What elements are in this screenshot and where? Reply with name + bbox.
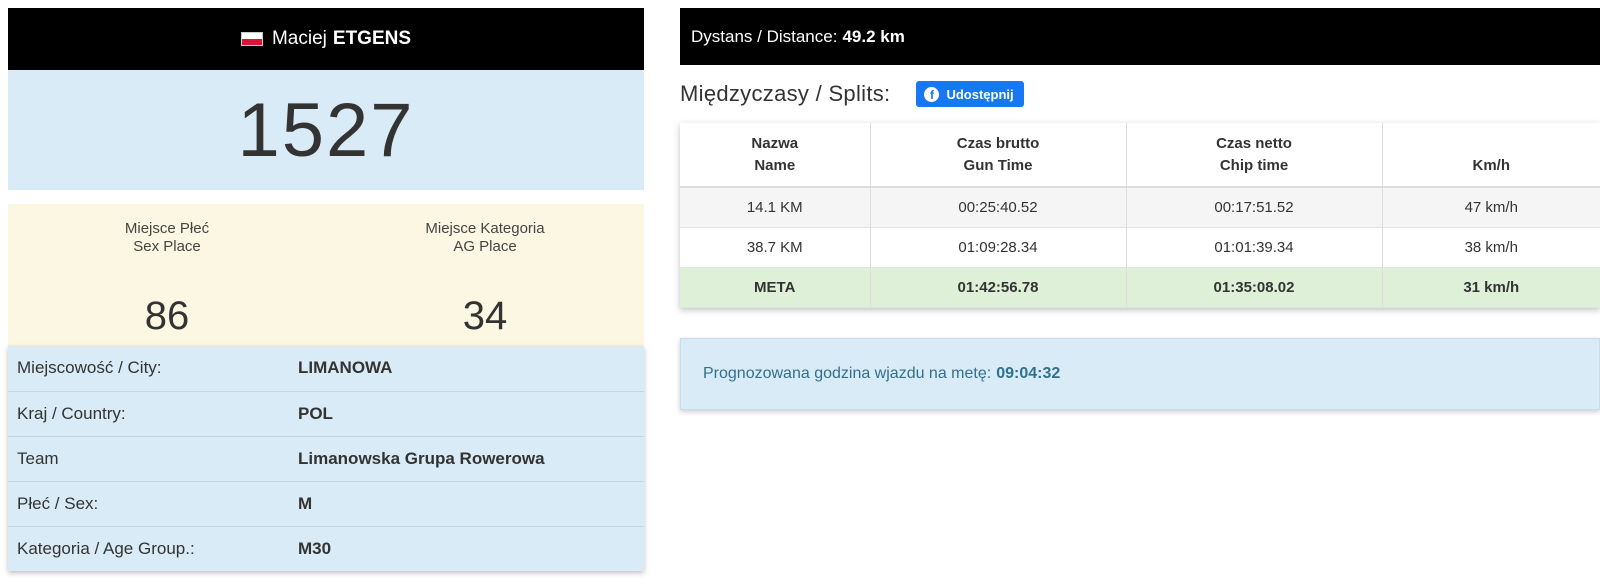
athlete-name-header: Maciej ETGENS: [8, 8, 644, 70]
header-name: Nazwa Name: [680, 123, 871, 188]
info-value: LIMANOWA: [298, 358, 393, 378]
split-gun-time: 00:25:40.52: [870, 187, 1127, 228]
info-label: Team: [8, 435, 289, 481]
split-name: 14.1 KM: [680, 187, 871, 228]
table-row: 14.1 KM 00:25:40.52 00:17:51.52 47 km/h: [680, 187, 1600, 228]
header-chip-time: Czas netto Chip time: [1126, 123, 1383, 188]
info-label: Kategoria / Age Group.:: [8, 525, 289, 571]
facebook-icon: f: [924, 86, 940, 102]
share-label: Udostępnij: [946, 86, 1014, 102]
info-label: Płeć / Sex:: [8, 480, 289, 526]
table-row-finish: META 01:42:56.78 01:35:08.02 31 km/h: [680, 267, 1600, 308]
header-gun-time: Czas brutto Gun Time: [870, 123, 1127, 188]
splits-title-row: Międzyczasy / Splits: f Udostępnij: [680, 65, 1600, 123]
splits-table-container: Nazwa Name Czas brutto Gun Time Czas netto…: [680, 123, 1600, 308]
table-row: 38.7 KM 01:09:28.34 01:01:39.34 38 km/h: [680, 227, 1600, 268]
split-chip-time: 00:17:51.52: [1126, 187, 1383, 228]
poland-flag-icon: [240, 32, 263, 46]
split-gun-time: 01:42:56.78: [870, 267, 1127, 308]
info-row-country: Kraj / Country: POL: [8, 390, 644, 436]
splits-title: Międzyczasy / Splits:: [680, 81, 891, 106]
sex-place-label-en: Sex Place: [133, 238, 201, 255]
split-name: META: [680, 267, 871, 308]
ag-place: Miejsce Kategoria AG Place 34: [326, 204, 644, 350]
info-row-team: Team Limanowska Grupa Rowerowa: [8, 435, 644, 481]
info-value: POL: [289, 390, 644, 436]
athlete-last-name: ETGENS: [332, 28, 412, 49]
info-label: Kraj / Country:: [8, 390, 289, 436]
sex-place: Miejsce Płeć Sex Place 86: [8, 204, 326, 350]
split-gun-time: 01:09:28.34: [870, 227, 1127, 268]
split-chip-time: 01:35:08.02: [1126, 267, 1383, 308]
info-value: Limanowska Grupa Rowerowa: [289, 435, 644, 481]
splits-header-row: Nazwa Name Czas brutto Gun Time Czas netto…: [680, 123, 1600, 188]
athlete-info-table: Miejscowość / City: LIMANOWA Kraj / Coun…: [8, 346, 644, 571]
places-panel: Miejsce Płeć Sex Place 86 Miejsce Katego…: [8, 204, 644, 350]
distance-value: 49.2 km: [842, 26, 905, 46]
ag-place-label-pl: Miejsce Kategoria: [425, 220, 545, 237]
info-value: M30: [289, 525, 644, 571]
header-speed: Km/h: [1382, 123, 1600, 188]
info-row-age-group: Kategoria / Age Group.: M30: [8, 525, 644, 571]
prediction-label: Prognozowana godzina wjazdu na metę:: [703, 364, 992, 382]
athlete-panel: Maciej ETGENS 1527 Miejsce Płeć Sex Plac…: [8, 8, 644, 571]
finish-prediction-alert: Prognozowana godzina wjazdu na metę: 09:…: [680, 337, 1600, 410]
splits-table: Nazwa Name Czas brutto Gun Time Czas netto…: [680, 123, 1600, 308]
info-label: Miejscowość / City:: [17, 358, 162, 378]
distance-label: Dystans / Distance:: [691, 26, 838, 46]
info-row-city: Miejscowość / City: LIMANOWA: [8, 346, 644, 391]
bib-number: 1527: [8, 70, 644, 190]
info-row-sex: Płeć / Sex: M: [8, 480, 644, 526]
split-speed: 31 km/h: [1382, 267, 1600, 308]
distance-header: Dystans / Distance: 49.2 km: [680, 8, 1600, 65]
ag-place-label-en: AG Place: [453, 238, 517, 255]
info-value: M: [289, 480, 644, 526]
split-name: 38.7 KM: [680, 227, 871, 268]
athlete-first-name: Maciej: [271, 28, 327, 49]
split-speed: 47 km/h: [1382, 187, 1600, 228]
facebook-share-button[interactable]: f Udostępnij: [916, 81, 1024, 107]
ag-place-value: 34: [462, 294, 508, 338]
sex-place-label-pl: Miejsce Płeć: [124, 220, 210, 237]
split-chip-time: 01:01:39.34: [1126, 227, 1383, 268]
prediction-value: 09:04:32: [996, 364, 1061, 382]
split-speed: 38 km/h: [1382, 227, 1600, 268]
results-panel: Dystans / Distance: 49.2 km Międzyczasy …: [680, 8, 1600, 410]
sex-place-value: 86: [144, 294, 190, 338]
